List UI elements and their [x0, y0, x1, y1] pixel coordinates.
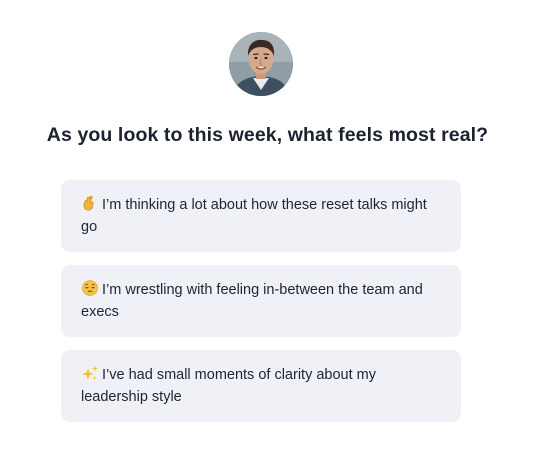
- relieved-face-icon: [81, 280, 99, 296]
- option-clarity[interactable]: I’ve had small moments of clarity about …: [61, 350, 461, 422]
- option-label: I’m wrestling with feeling in-between th…: [81, 282, 423, 320]
- question-title: As you look to this week, what feels mos…: [46, 124, 489, 146]
- answer-options: I’m thinking a lot about how these reset…: [61, 180, 461, 435]
- option-reset-talks[interactable]: I’m thinking a lot about how these reset…: [61, 180, 461, 252]
- option-in-between[interactable]: I’m wrestling with feeling in-between th…: [61, 265, 461, 337]
- option-label: I’ve had small moments of clarity about …: [81, 367, 376, 405]
- avatar: [229, 32, 293, 96]
- sparkles-icon: [81, 365, 99, 381]
- profile-photo: [229, 32, 293, 96]
- crossed-fingers-icon: [81, 195, 99, 211]
- option-label: I’m thinking a lot about how these reset…: [81, 197, 427, 235]
